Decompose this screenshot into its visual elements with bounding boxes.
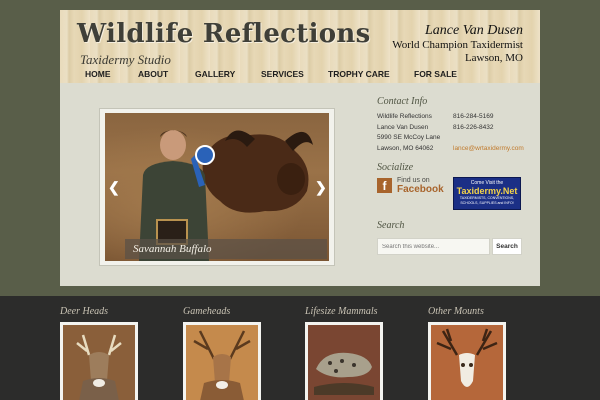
main-nav: HOME ABOUT GALLERY SERVICES TROPHY CARE … (60, 66, 540, 83)
gamehead-image (186, 325, 258, 400)
tnet-line-2: Taxidermy.Net (456, 186, 518, 196)
contact-phone-2[interactable]: 816-226-8432 (453, 123, 524, 134)
gallery-strip: Deer Heads Gameheads Lifesize Mammals Ot… (0, 296, 600, 400)
search-heading: Search (377, 220, 405, 231)
slide-caption: Savannah Buffalo (133, 243, 212, 255)
gallery-thumb-other-mounts[interactable] (428, 322, 506, 400)
contact-city: Lawson, MO 64062 (377, 144, 434, 152)
nav-for-sale[interactable]: FOR SALE (414, 69, 457, 79)
slide-caption-bar: Savannah Buffalo (125, 239, 327, 259)
featured-slider: ❮ ❯ Savannah Buffalo (99, 108, 335, 266)
site-header: Wildlife Reflections Taxidermy Studio La… (60, 10, 540, 83)
skull-mount-image (431, 325, 503, 400)
search-button[interactable]: Search (492, 238, 522, 255)
gallery-title-other-mounts[interactable]: Other Mounts (428, 306, 484, 317)
contact-address: Wildlife Reflections Lance Van Dusen 599… (377, 112, 440, 154)
contact-phone-1[interactable]: 816-284-5169 (453, 112, 524, 123)
nav-about[interactable]: ABOUT (138, 69, 168, 79)
slider-prev-button[interactable]: ❮ (108, 179, 120, 196)
facebook-icon: f (377, 178, 392, 193)
gallery-title-deer-heads[interactable]: Deer Heads (60, 306, 108, 317)
contact-business: Wildlife Reflections (377, 113, 432, 120)
tagline: World Champion Taxidermist Lawson, MO (392, 39, 523, 65)
facebook-label: Facebook (397, 184, 444, 195)
content-frame: Wildlife Reflections Taxidermy Studio La… (60, 10, 540, 286)
facebook-link[interactable]: f Find us on Facebook (377, 177, 445, 195)
gallery-title-lifesize-mammals[interactable]: Lifesize Mammals (305, 306, 378, 317)
contact-street: 5990 SE McCoy Lane (377, 134, 441, 141)
contact-email-link[interactable]: lance@wrtaxidermy.com (453, 144, 524, 155)
slide-image[interactable]: ❮ ❯ Savannah Buffalo (105, 113, 329, 261)
tagline-title: World Champion Taxidermist (392, 39, 523, 51)
tagline-location: Lawson, MO (464, 52, 523, 64)
tnet-line-4: SCHOOLS, SUPPLIES and INFO! (460, 201, 514, 205)
socialize-heading: Socialize (377, 162, 414, 173)
gallery-thumb-deer-heads[interactable] (60, 322, 138, 400)
contact-heading: Contact Info (377, 96, 428, 107)
taxidermy-net-banner[interactable]: Come Visit the Taxidermy.Net TAXIDERMIST… (453, 177, 521, 210)
nav-home[interactable]: HOME (85, 69, 111, 79)
slider-next-button[interactable]: ❯ (315, 179, 327, 196)
deer-head-image (63, 325, 135, 400)
search-input[interactable] (377, 238, 490, 255)
nav-trophy-care[interactable]: TROPHY CARE (328, 69, 390, 79)
gallery-title-gameheads[interactable]: Gameheads (183, 306, 230, 317)
nav-services[interactable]: SERVICES (261, 69, 304, 79)
gallery-thumb-lifesize-mammals[interactable] (305, 322, 383, 400)
gallery-thumb-gameheads[interactable] (183, 322, 261, 400)
facebook-label-small: Find us on (397, 177, 430, 184)
bobcat-mount-image (308, 325, 380, 400)
nav-gallery[interactable]: GALLERY (195, 69, 235, 79)
site-title[interactable]: Wildlife Reflections (77, 19, 371, 49)
contact-phones: 816-284-5169 816-226-8432 lance@wrtaxide… (453, 112, 524, 154)
contact-person: Lance Van Dusen (377, 123, 429, 131)
owner-name: Lance Van Dusen (425, 23, 523, 38)
